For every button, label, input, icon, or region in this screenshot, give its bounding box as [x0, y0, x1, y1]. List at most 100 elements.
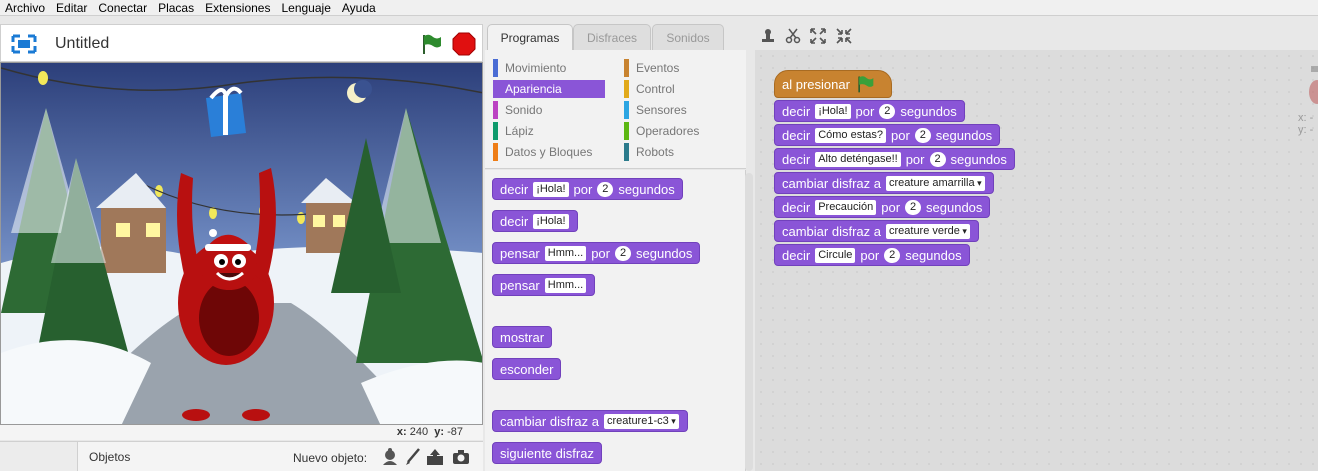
block-number-input[interactable]: 2 [615, 245, 631, 261]
category-label: Datos y Bloques [505, 145, 593, 159]
block-text: siguiente disfraz [500, 445, 594, 461]
upload-icon[interactable] [425, 447, 445, 467]
category-apariencia[interactable]: Apariencia [493, 80, 605, 98]
category-sensores[interactable]: Sensores [624, 101, 736, 119]
block-text-input[interactable]: Precaución [815, 199, 877, 215]
palette-block-say-for[interactable]: decir ¡Hola! por 2 segundos [492, 178, 683, 200]
menu-archivo[interactable]: Archivo [0, 0, 51, 16]
block-number-input[interactable]: 2 [914, 127, 931, 143]
category-label: Control [636, 82, 675, 96]
green-flag-icon [858, 76, 874, 93]
palette-scrollbar[interactable] [745, 173, 753, 471]
block-number-input[interactable]: 2 [929, 151, 946, 167]
tabs-bar: Programas Disfraces Sonidos [483, 16, 1318, 51]
category-label: Sensores [636, 103, 687, 117]
menu-conectar[interactable]: Conectar [93, 0, 153, 16]
palette-block-next-costume[interactable]: siguiente disfraz [492, 442, 602, 464]
script-block-say-for[interactable]: decir Cómo estas? por 2 segundos [774, 124, 1001, 146]
block-text: segundos [636, 245, 693, 261]
grow-icon[interactable] [810, 28, 826, 44]
script-hat-block[interactable]: al presionar [774, 70, 892, 98]
category-lapiz[interactable]: Lápiz [493, 122, 605, 140]
category-swatch [624, 59, 629, 77]
scissors-icon[interactable] [785, 28, 801, 44]
block-text: por [881, 199, 901, 215]
camera-icon[interactable] [451, 447, 471, 467]
block-number-input[interactable]: 2 [905, 199, 922, 215]
y-value: -87 [447, 426, 463, 438]
green-flag-icon[interactable] [419, 32, 443, 56]
category-panel: Movimiento Apariencia Sonido Lápiz Datos… [485, 50, 746, 169]
block-text-input[interactable]: Alto deténgase!! [815, 151, 901, 167]
category-sonido[interactable]: Sonido [493, 101, 605, 119]
category-label: Eventos [636, 61, 680, 75]
tab-disfraces[interactable]: Disfraces [573, 24, 651, 51]
block-text-input[interactable]: Hmm... [544, 245, 587, 261]
sprite-y-value: - [1309, 124, 1314, 136]
menu-ayuda[interactable]: Ayuda [337, 0, 382, 16]
palette-block-hide[interactable]: esconder [492, 358, 562, 380]
category-control[interactable]: Control [624, 80, 736, 98]
stage[interactable] [0, 62, 483, 425]
block-dropdown[interactable]: creature verde [885, 223, 970, 239]
block-text-input[interactable]: ¡Hola! [533, 213, 569, 229]
script-block-switch-costume[interactable]: cambiar disfraz a creature amarrilla [774, 172, 994, 194]
palette-block-switch-costume[interactable]: cambiar disfraz a creature1-c3 [492, 410, 688, 432]
block-dropdown[interactable]: creature amarrilla [885, 175, 985, 191]
duplicate-stamp-icon[interactable] [760, 28, 776, 44]
project-title[interactable]: Untitled [55, 35, 109, 53]
block-text: mostrar [500, 329, 545, 345]
category-swatch [624, 143, 629, 161]
tab-sonidos[interactable]: Sonidos [652, 24, 724, 51]
block-text-input[interactable]: Circule [815, 247, 856, 263]
x-value: 240 [409, 426, 429, 438]
block-text: decir [782, 103, 811, 119]
block-text-input[interactable]: ¡Hola! [533, 181, 569, 197]
block-text: segundos [618, 181, 675, 197]
palette-block-show[interactable]: mostrar [492, 326, 553, 348]
block-text: segundos [950, 151, 1007, 167]
block-text-input[interactable]: ¡Hola! [815, 103, 851, 119]
palette-block-think[interactable]: pensar Hmm... [492, 274, 596, 296]
script-block-say-for[interactable]: decir Alto deténgase!! por 2 segundos [774, 148, 1015, 170]
stage-thumbnail-area[interactable] [0, 442, 78, 471]
tab-programas[interactable]: Programas [487, 24, 573, 51]
fullscreen-icon[interactable] [11, 34, 37, 54]
category-movimiento[interactable]: Movimiento [493, 59, 605, 77]
block-text: decir [500, 181, 529, 197]
block-text: segundos [926, 199, 983, 215]
shrink-icon[interactable] [836, 28, 852, 44]
category-swatch [624, 122, 629, 140]
script-block-say-for[interactable]: decir Precaución por 2 segundos [774, 196, 991, 218]
paint-brush-icon[interactable] [403, 447, 423, 467]
block-number-input[interactable]: 2 [597, 181, 614, 197]
block-text: cambiar disfraz a [782, 175, 881, 191]
palette-block-think-for[interactable]: pensar Hmm... por 2 segundos [492, 242, 701, 264]
script-block-say-for[interactable]: decir ¡Hola! por 2 segundos [774, 100, 965, 122]
menu-placas[interactable]: Placas [153, 0, 200, 16]
sprite-library-icon[interactable] [380, 447, 400, 467]
menu-editar[interactable]: Editar [51, 0, 93, 16]
script-block-say-for[interactable]: decir Circule por 2 segundos [774, 244, 970, 266]
script-block-switch-costume[interactable]: cambiar disfraz a creature verde [774, 220, 979, 242]
block-text-input[interactable]: Hmm... [544, 277, 587, 293]
category-label: Robots [636, 145, 675, 159]
nuevo-objeto-label: Nuevo objeto: [293, 451, 368, 465]
menu-extensiones[interactable]: Extensiones [200, 0, 276, 16]
block-text: decir [500, 213, 529, 229]
category-datos[interactable]: Datos y Bloques [493, 143, 605, 161]
block-number-input[interactable]: 2 [884, 247, 901, 263]
stage-coordinates: x: 240 y: -87 [0, 425, 483, 440]
block-number-input[interactable]: 2 [879, 103, 896, 119]
block-dropdown[interactable]: creature1-c3 [603, 413, 679, 429]
palette-block-say[interactable]: decir ¡Hola! [492, 210, 578, 232]
stop-icon[interactable] [452, 32, 476, 56]
category-label: Operadores [636, 124, 700, 138]
category-robots[interactable]: Robots [624, 143, 736, 161]
block-palette: decir ¡Hola! por 2 segundos decir ¡Hola!… [485, 170, 746, 471]
block-text-input[interactable]: Cómo estas? [815, 127, 886, 143]
menu-lenguaje[interactable]: Lenguaje [276, 0, 336, 16]
category-operadores[interactable]: Operadores [624, 122, 736, 140]
category-eventos[interactable]: Eventos [624, 59, 736, 77]
category-swatch [493, 143, 498, 161]
